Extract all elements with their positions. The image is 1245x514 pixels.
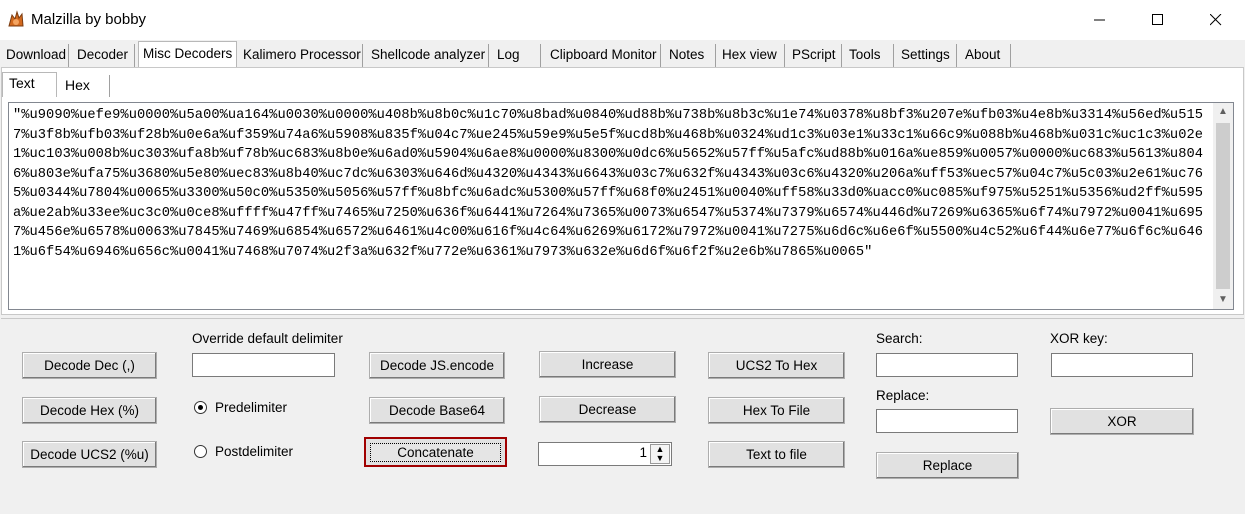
hex-to-file-button[interactable]: Hex To File: [708, 397, 845, 424]
subtab-hex[interactable]: Hex: [59, 75, 110, 97]
step-spinner[interactable]: 1 ▲ ▼: [538, 442, 672, 466]
postdelimiter-label: Postdelimiter: [215, 444, 294, 459]
malzilla-app-icon: [6, 9, 26, 29]
ucs2-to-hex-button[interactable]: UCS2 To Hex: [708, 352, 845, 379]
override-delimiter-input[interactable]: [192, 353, 335, 377]
decode-hex-button[interactable]: Decode Hex (%): [22, 397, 157, 424]
scroll-up-icon[interactable]: ▲: [1213, 103, 1233, 121]
tab-notes[interactable]: Notes: [665, 44, 716, 68]
tab-kalimero-processor[interactable]: Kalimero Processor: [239, 44, 363, 68]
postdelimiter-radio[interactable]: Postdelimiter: [194, 444, 293, 459]
minimize-icon: [1094, 19, 1105, 21]
payload-textarea[interactable]: "%u9090%uefe9%u0000%u5a00%ua164%u0030%u0…: [8, 102, 1234, 310]
tab-misc-decoders[interactable]: Misc Decoders: [138, 41, 237, 69]
close-button[interactable]: [1193, 0, 1239, 40]
xor-key-input[interactable]: [1051, 353, 1193, 377]
tab-about[interactable]: About: [961, 44, 1011, 68]
replace-input[interactable]: [876, 409, 1018, 433]
payload-text[interactable]: "%u9090%uefe9%u0000%u5a00%ua164%u0030%u0…: [13, 106, 1213, 262]
maximize-button[interactable]: [1135, 0, 1181, 40]
minimize-button[interactable]: [1077, 0, 1123, 40]
tab-hex-view[interactable]: Hex view: [718, 44, 785, 68]
replace-label: Replace:: [876, 388, 930, 403]
concatenate-button[interactable]: Concatenate: [364, 437, 507, 467]
spinner-value: 1: [639, 445, 647, 460]
search-input[interactable]: [876, 353, 1018, 377]
override-delimiter-label: Override default delimiter: [192, 331, 343, 346]
tab-clipboard-monitor[interactable]: Clipboard Monitor: [546, 44, 661, 68]
maximize-icon: [1152, 14, 1163, 25]
search-label: Search:: [876, 331, 923, 346]
radio-checked-icon: [194, 401, 207, 414]
tab-shellcode-analyzer[interactable]: Shellcode analyzer: [367, 44, 489, 68]
concatenate-label: Concatenate: [370, 442, 501, 462]
xor-button[interactable]: XOR: [1050, 408, 1194, 435]
predelimiter-label: Predelimiter: [215, 400, 288, 415]
tab-pscript[interactable]: PScript: [788, 44, 842, 68]
decode-dec-button[interactable]: Decode Dec (,): [22, 352, 157, 379]
decode-jsencode-button[interactable]: Decode JS.encode: [369, 352, 505, 379]
main-tab-strip: Download Decoder Misc Decoders Kalimero …: [0, 41, 1245, 69]
tab-download[interactable]: Download: [2, 44, 69, 68]
decrease-button[interactable]: Decrease: [539, 396, 676, 423]
tab-tools[interactable]: Tools: [845, 44, 894, 68]
xor-key-label: XOR key:: [1050, 331, 1108, 346]
title-bar: Malzilla by bobby: [0, 0, 1245, 40]
predelimiter-radio[interactable]: Predelimiter: [194, 400, 287, 415]
tab-settings[interactable]: Settings: [897, 44, 957, 68]
window-title: Malzilla by bobby: [31, 11, 147, 28]
radio-unchecked-icon: [194, 445, 207, 458]
subtab-text[interactable]: Text: [2, 72, 57, 97]
close-icon: [1210, 14, 1222, 26]
tab-log[interactable]: Log: [493, 44, 541, 68]
decode-ucs2-button[interactable]: Decode UCS2 (%u): [22, 441, 157, 468]
decode-base64-button[interactable]: Decode Base64: [369, 397, 505, 424]
tab-decoder[interactable]: Decoder: [73, 44, 135, 68]
scroll-down-icon[interactable]: ▼: [1213, 291, 1233, 309]
spinner-arrows-icon[interactable]: ▲ ▼: [650, 444, 670, 464]
scroll-thumb[interactable]: [1216, 123, 1230, 289]
replace-button[interactable]: Replace: [876, 452, 1019, 479]
text-to-file-button[interactable]: Text to file: [708, 441, 845, 468]
vertical-scrollbar[interactable]: ▲ ▼: [1213, 103, 1233, 309]
increase-button[interactable]: Increase: [539, 351, 676, 378]
